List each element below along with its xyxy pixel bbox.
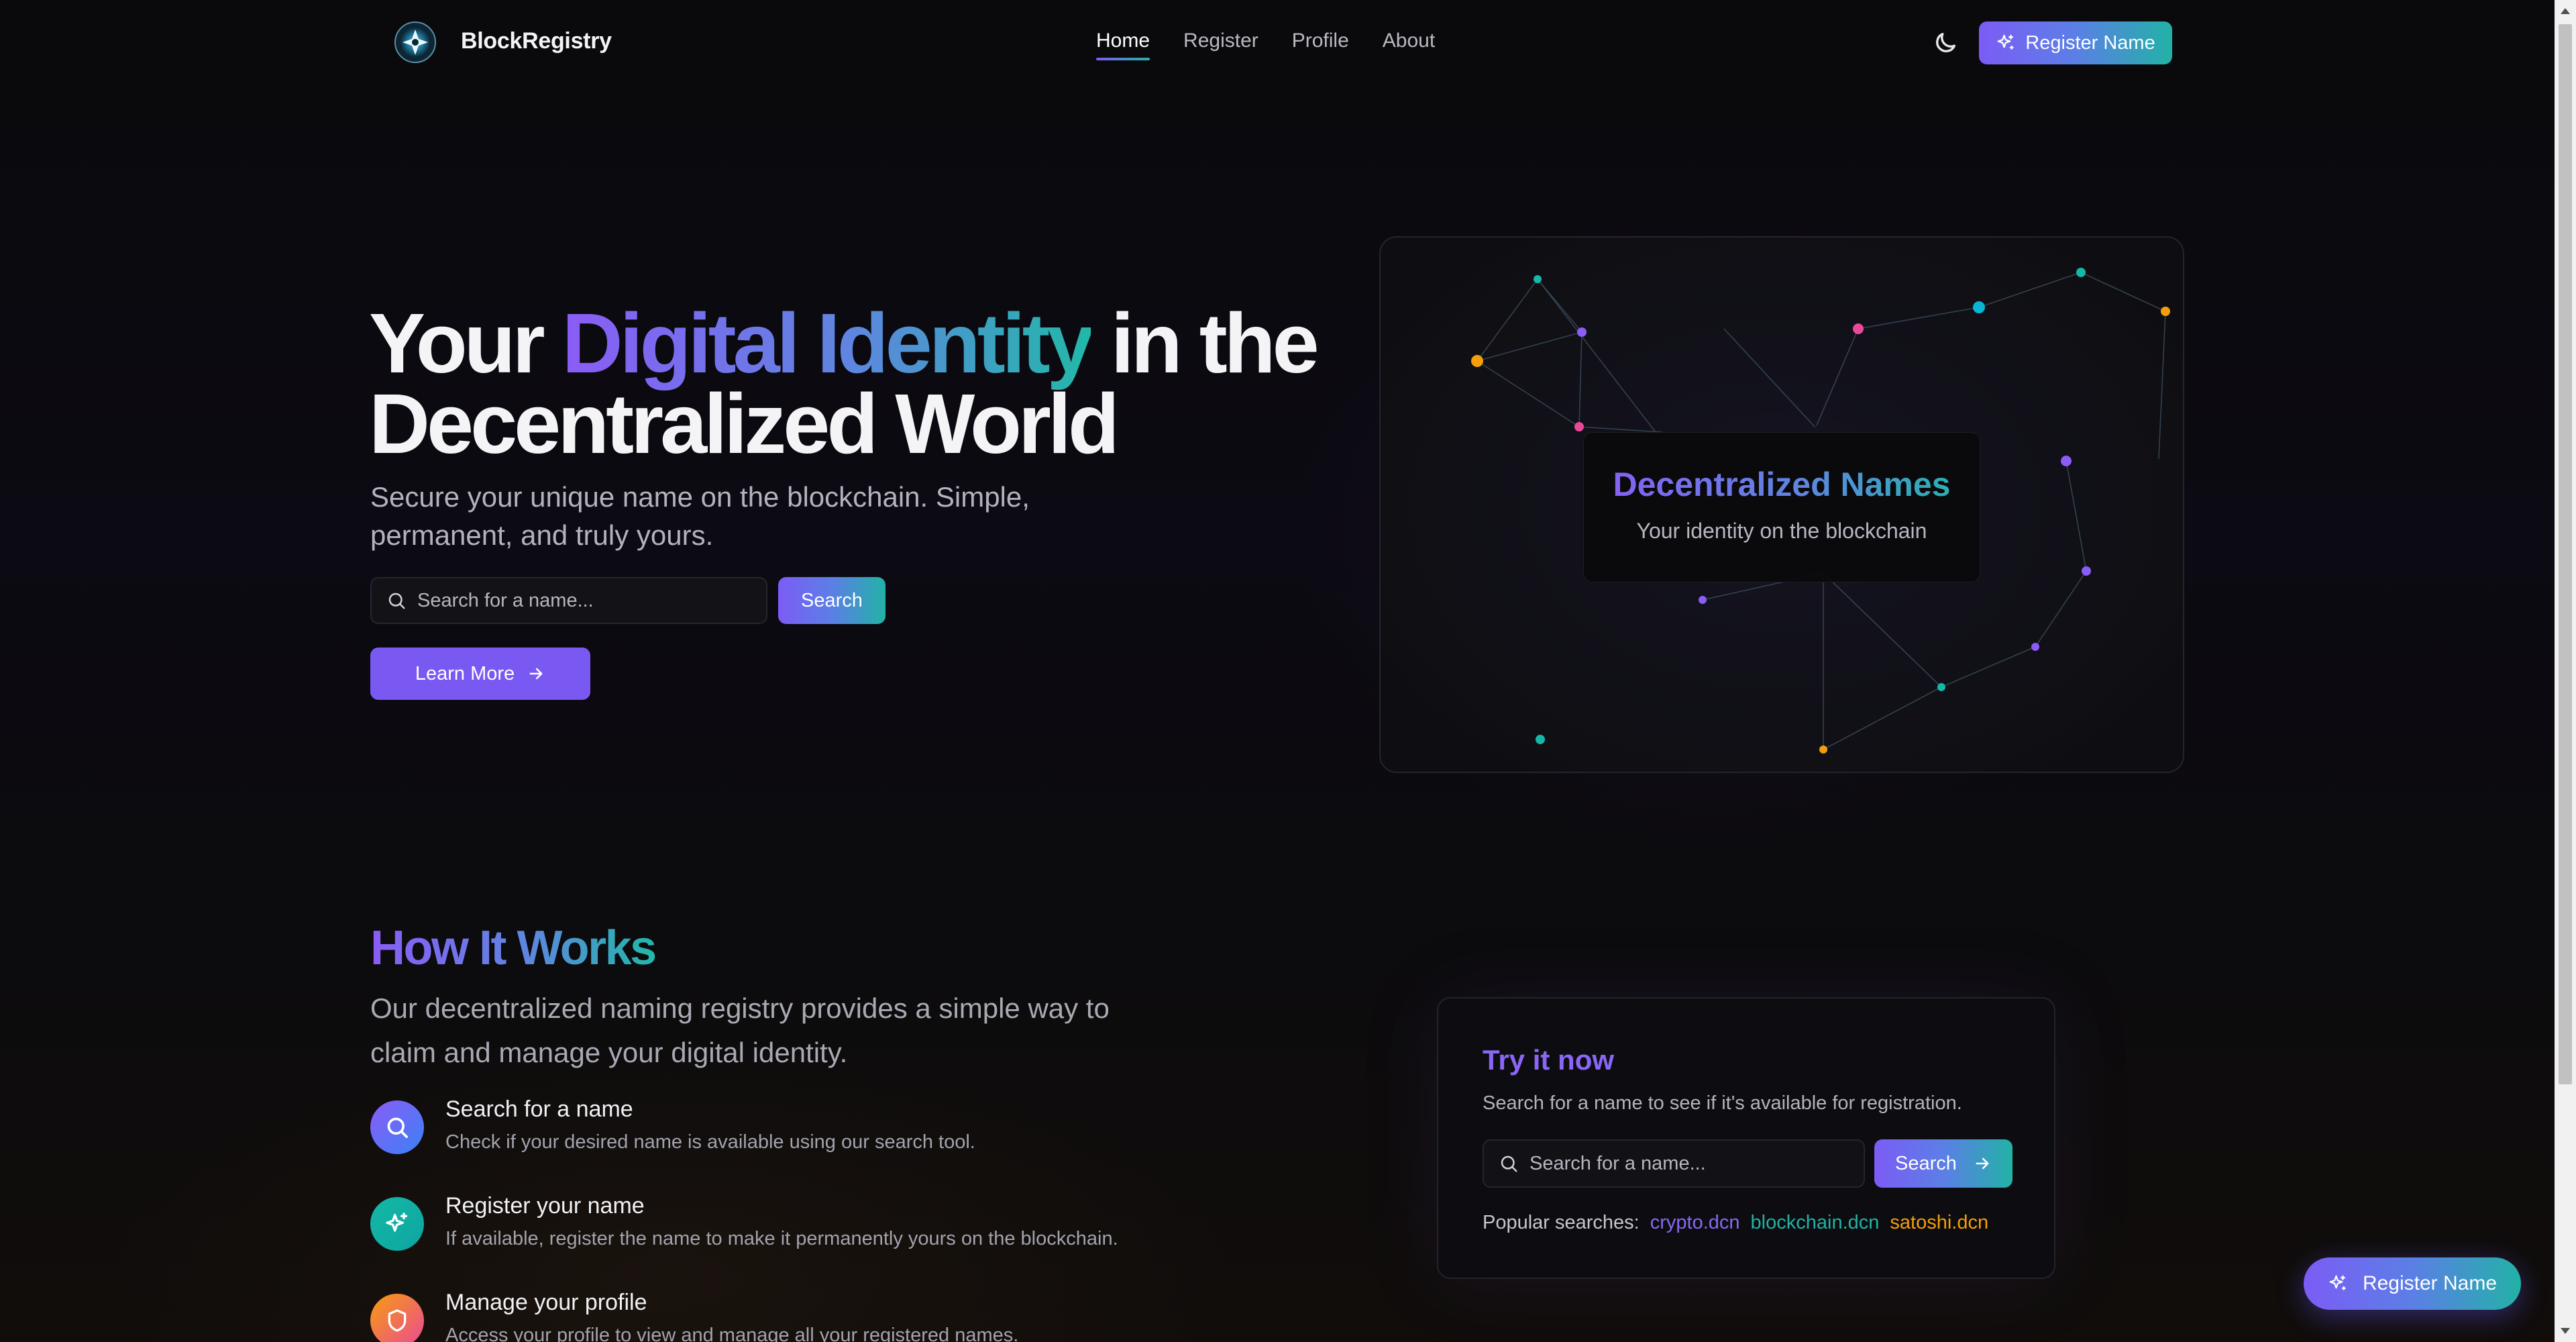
nav-profile[interactable]: Profile <box>1292 30 1349 59</box>
network-title: Decentralized Names <box>1584 465 1980 504</box>
search-icon <box>388 592 405 609</box>
logo-icon[interactable] <box>389 20 441 64</box>
nav-home[interactable]: Home <box>1096 30 1150 60</box>
step-description: Access your profile to view and manage a… <box>445 1325 1019 1342</box>
network-subtitle: Your identity on the blockchain <box>1636 519 1927 543</box>
search-icon <box>387 1117 408 1138</box>
sparkles-icon <box>386 1212 407 1232</box>
nav-about[interactable]: About <box>1383 30 1435 59</box>
popular-searches: Popular searches: crypto.dcn blockchain.… <box>1483 1212 1988 1234</box>
floating-register-button[interactable]: Register Name <box>2304 1257 2521 1310</box>
try-it-title: Try it now <box>1483 1044 1615 1076</box>
step-icon-circle <box>370 1197 424 1251</box>
learn-more-label: Learn More <box>415 662 515 684</box>
nav-register[interactable]: Register <box>1183 30 1258 59</box>
sparkles-icon <box>1997 34 2015 50</box>
try-it-subtitle: Search for a name to see if it's availab… <box>1483 1092 1962 1114</box>
step-icon-circle <box>370 1294 424 1342</box>
top-navbar: BlockRegistry Home Register Profile Abou… <box>0 0 2555 85</box>
popular-label: Popular searches: <box>1483 1212 1640 1233</box>
hero-title: Your Digital Identity in the Decentraliz… <box>369 301 1320 466</box>
popular-link-satoshi[interactable]: satoshi.dcn <box>1890 1212 1988 1234</box>
brand-name[interactable]: BlockRegistry <box>461 28 612 54</box>
hero-title-part2: in the <box>1090 296 1320 391</box>
try-search-button[interactable]: Search <box>1874 1139 2012 1188</box>
try-search-input[interactable] <box>1529 1152 1845 1175</box>
try-it-card: Try it now Search for a name to see if i… <box>1437 997 2055 1279</box>
page-scrollbar[interactable] <box>2555 0 2576 1342</box>
step-title: Register your name <box>445 1193 645 1219</box>
step-description: If available, register the name to make … <box>445 1228 1118 1249</box>
step-register: Register your name If available, registe… <box>370 1193 1242 1280</box>
network-visual-card: Decentralized Names Your identity on the… <box>1379 236 2184 773</box>
register-name-button[interactable]: Register Name <box>1979 21 2172 64</box>
arrow-right-icon <box>1976 1157 1989 1170</box>
popular-link-blockchain[interactable]: blockchain.dcn <box>1751 1212 1880 1234</box>
hero-subtitle: Secure your unique name on the blockchai… <box>370 481 1030 551</box>
hero-search-input[interactable] <box>417 589 739 612</box>
how-it-works-title: How It Works <box>370 921 657 975</box>
popular-link-crypto[interactable]: crypto.dcn <box>1650 1212 1740 1234</box>
search-icon <box>1501 1155 1517 1172</box>
step-description: Check if your desired name is available … <box>445 1131 975 1153</box>
scroll-down-arrow[interactable] <box>2561 1328 2570 1334</box>
register-name-label: Register Name <box>2025 32 2155 54</box>
step-search: Search for a name Check if your desired … <box>370 1096 1242 1184</box>
network-label-box: Decentralized Names Your identity on the… <box>1583 432 1980 582</box>
step-icon-circle <box>370 1100 424 1154</box>
step-title: Manage your profile <box>445 1290 647 1315</box>
hero-title-line2: Decentralized World <box>369 376 1120 471</box>
arrow-right-icon <box>529 668 543 680</box>
hero-search-button[interactable]: Search <box>778 577 885 624</box>
hero-search-field[interactable] <box>370 577 767 624</box>
learn-more-button[interactable]: Learn More <box>370 648 590 700</box>
sparkles-icon <box>2329 1275 2346 1290</box>
step-title: Search for a name <box>445 1096 633 1122</box>
how-it-works-subtitle: Our decentralized naming registry provid… <box>370 992 1110 1068</box>
step-manage: Manage your profile Access your profile … <box>370 1290 1242 1342</box>
scroll-up-arrow[interactable] <box>2561 8 2570 14</box>
moon-icon[interactable] <box>1932 30 1959 56</box>
try-search-field[interactable] <box>1483 1139 1865 1188</box>
try-search-label: Search <box>1895 1152 1957 1174</box>
scroll-thumb[interactable] <box>2559 24 2572 1084</box>
floating-register-label: Register Name <box>2362 1272 2498 1294</box>
main-nav: Home Register Profile About <box>1096 30 1435 60</box>
shield-icon <box>388 1309 407 1332</box>
